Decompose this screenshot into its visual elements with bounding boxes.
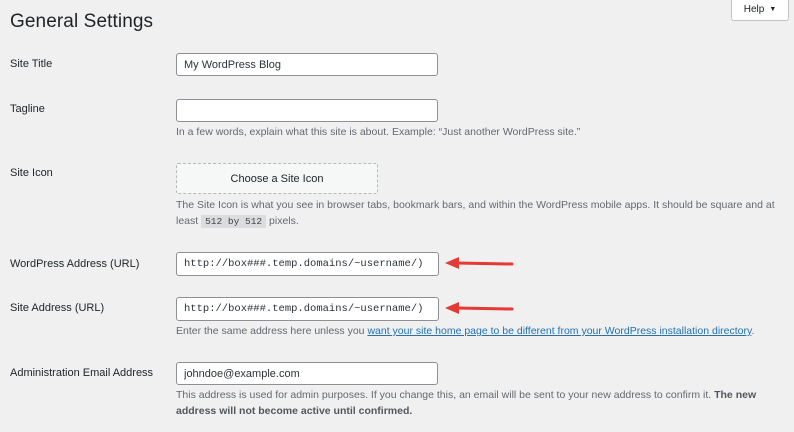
wordpress-address-label: WordPress Address (URL): [10, 258, 140, 270]
site-address-description-prefix: Enter the same address here unless you: [176, 325, 365, 337]
tagline-description: In a few words, explain what this site i…: [176, 126, 581, 138]
admin-email-description-text: This address is used for admin purposes.…: [176, 389, 712, 401]
site-title-label: Site Title: [10, 58, 53, 70]
help-button[interactable]: Help ▼: [731, 0, 789, 21]
help-label: Help: [743, 4, 765, 15]
site-icon-description-suffix: pixels.: [269, 215, 299, 227]
site-address-label: Site Address (URL): [10, 302, 105, 314]
choose-site-icon-button[interactable]: Choose a Site Icon: [176, 163, 378, 194]
admin-email-input[interactable]: [176, 362, 438, 385]
admin-email-description: This address is used for admin purposes.…: [176, 387, 776, 419]
site-icon-size-code: 512 by 512: [201, 215, 267, 228]
caret-down-icon: ▼: [769, 6, 777, 13]
site-home-different-link[interactable]: want your site home page to be different…: [367, 325, 751, 337]
wordpress-address-input[interactable]: [176, 252, 439, 276]
site-icon-label: Site Icon: [10, 167, 53, 179]
site-address-description-suffix: .: [751, 325, 755, 337]
page-title: General Settings: [10, 11, 154, 32]
tagline-label: Tagline: [10, 103, 45, 115]
tagline-input[interactable]: [176, 99, 438, 122]
site-icon-description: The Site Icon is what you see in browser…: [176, 197, 786, 230]
site-icon-description-prefix: least: [176, 215, 199, 227]
admin-email-label: Administration Email Address: [10, 367, 154, 379]
admin-email-description-strong-2: address will not become active until con…: [176, 405, 413, 417]
annotation-arrow-icon: [445, 257, 514, 269]
site-address-description: Enter the same address here unless you w…: [176, 323, 754, 339]
admin-email-description-strong-1: The new: [714, 389, 757, 401]
annotation-arrow-icon: [445, 302, 514, 314]
site-address-input[interactable]: [176, 297, 439, 321]
site-icon-description-line1: The Site Icon is what you see in browser…: [176, 199, 775, 211]
site-title-input[interactable]: [176, 53, 438, 76]
